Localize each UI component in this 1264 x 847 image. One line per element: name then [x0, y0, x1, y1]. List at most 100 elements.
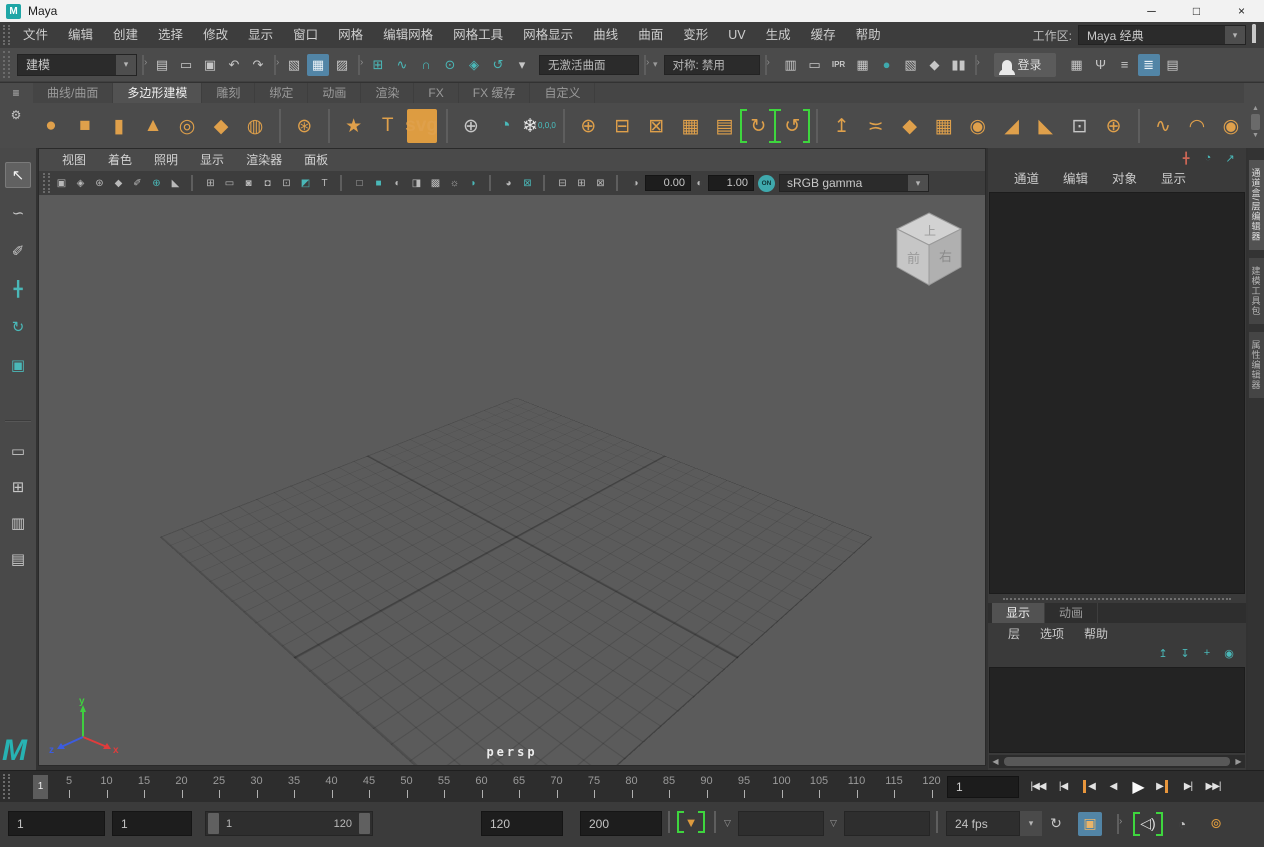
modeling-toolkit-icon[interactable]: ▦: [1066, 54, 1088, 76]
menu-item-8[interactable]: 编辑网格: [373, 22, 443, 48]
add-empty-layer-icon[interactable]: +: [1198, 645, 1216, 661]
safe-title-icon[interactable]: T: [316, 174, 333, 192]
panel-menu-1[interactable]: 着色: [97, 149, 143, 171]
wireframe-on-shaded-icon[interactable]: ◨: [408, 174, 425, 192]
render-settings-icon[interactable]: ▦: [852, 54, 874, 76]
combine-icon[interactable]: ⊕: [573, 109, 603, 143]
extrude-icon[interactable]: ↥: [827, 109, 857, 143]
snap-grid-icon[interactable]: ⊞: [367, 54, 389, 76]
smooth-icon[interactable]: ▦: [929, 109, 959, 143]
group-separator[interactable]: [140, 55, 148, 75]
select-object-icon[interactable]: ▦: [307, 54, 329, 76]
scroll-down-icon[interactable]: ▼: [1252, 132, 1259, 139]
boolean-difference-icon[interactable]: ↻: [743, 109, 773, 143]
display-layers-icon[interactable]: ▤: [1162, 54, 1184, 76]
menu-item-0[interactable]: 文件: [13, 22, 58, 48]
poly-torus-icon[interactable]: ◎: [172, 109, 202, 143]
channel-menu-2[interactable]: 对象: [1100, 166, 1149, 192]
channel-menu-1[interactable]: 编辑: [1051, 166, 1100, 192]
sidebar-tab-0[interactable]: 通道盒/层编辑器: [1249, 160, 1264, 250]
step-back-key-button[interactable]: ◀: [1077, 775, 1099, 799]
character-set-caret-icon[interactable]: ▽: [724, 811, 731, 836]
snap-view-plane-icon[interactable]: ◈: [463, 54, 485, 76]
character-set-field[interactable]: [738, 811, 824, 836]
group-separator[interactable]: [973, 55, 981, 75]
zoom-region-icon[interactable]: ⊕: [148, 174, 165, 192]
menu-item-10[interactable]: 网格显示: [513, 22, 583, 48]
move-layer-up-icon[interactable]: ↥: [1154, 645, 1172, 661]
layer-list[interactable]: [989, 667, 1245, 753]
open-scene-icon[interactable]: ▭: [175, 54, 197, 76]
sidebar-tab-1[interactable]: 建模工具包: [1249, 258, 1264, 324]
smooth-shade-icon[interactable]: ■: [370, 174, 387, 192]
channel-menu-0[interactable]: 通道: [1002, 166, 1051, 192]
field-chart-icon[interactable]: ⊡: [278, 174, 295, 192]
select-hierarchy-icon[interactable]: ▧: [283, 54, 305, 76]
animation-end-field[interactable]: 200: [580, 811, 662, 836]
channel-menu-3[interactable]: 显示: [1149, 166, 1198, 192]
group-separator[interactable]: [642, 55, 650, 75]
playblast-icon[interactable]: ▣: [1078, 812, 1102, 836]
create-curve-icon[interactable]: ∿: [1148, 109, 1178, 143]
wireframe-icon[interactable]: □: [351, 174, 368, 192]
step-forward-key-button[interactable]: ▶: [1152, 775, 1174, 799]
scroll-thumb[interactable]: [1251, 114, 1260, 130]
platonic-solid-icon[interactable]: ⊛: [289, 109, 319, 143]
menu-item-7[interactable]: 网格: [328, 22, 373, 48]
move-layer-down-icon[interactable]: ↧: [1176, 645, 1194, 661]
animation-preferences-icon[interactable]: ⊚: [1204, 812, 1228, 836]
menu-item-17[interactable]: 帮助: [846, 22, 891, 48]
undo-icon[interactable]: ↶: [223, 54, 245, 76]
menu-item-9[interactable]: 网格工具: [443, 22, 513, 48]
freeze-transform-icon[interactable]: ❄0,0,0: [524, 109, 554, 143]
menu-item-15[interactable]: 生成: [756, 22, 801, 48]
ground-grid[interactable]: [160, 398, 873, 766]
bookmark-icon[interactable]: ◆: [110, 174, 127, 192]
scroll-thumb[interactable]: [1004, 757, 1230, 766]
new-scene-icon[interactable]: ▤: [151, 54, 173, 76]
draw-overlay-icon[interactable]: ✐: [129, 174, 146, 192]
reduce-icon[interactable]: ▤: [709, 109, 739, 143]
boolean-union-icon[interactable]: ↺: [777, 109, 807, 143]
panel-menu-5[interactable]: 面板: [293, 149, 339, 171]
hypershade-icon[interactable]: ●: [876, 54, 898, 76]
login-button[interactable]: 登录: [994, 53, 1056, 77]
active-surface-field[interactable]: 无激活曲面: [539, 55, 639, 75]
shelf-tab-1[interactable]: 多边形建模: [113, 83, 202, 103]
anim-layer-caret-icon[interactable]: ▽: [830, 811, 837, 836]
layout-single-pane-button[interactable]: ▭: [5, 438, 31, 464]
current-time-marker[interactable]: 1: [33, 775, 48, 799]
group-separator[interactable]: [272, 55, 280, 75]
save-scene-icon[interactable]: ▣: [199, 54, 221, 76]
delete-history-icon[interactable]: ◔: [490, 109, 520, 143]
grid-toggle-icon[interactable]: ⊞: [202, 174, 219, 192]
layout-four-pane-button[interactable]: ⊞: [5, 474, 31, 500]
drag-grip[interactable]: [3, 51, 10, 78]
ipr-render-icon[interactable]: IPR: [828, 54, 850, 76]
grease-pencil-icon[interactable]: ◣: [167, 174, 184, 192]
center-pivot-icon[interactable]: ⊕: [456, 109, 486, 143]
poly-sphere-icon[interactable]: ●: [36, 109, 66, 143]
viewcube-right-label[interactable]: 右: [939, 249, 952, 264]
lock-camera-icon[interactable]: ◈: [72, 174, 89, 192]
fill-hole-icon[interactable]: ▦: [675, 109, 705, 143]
play-backwards-button[interactable]: ◀: [1102, 775, 1124, 799]
step-back-frame-button[interactable]: |◀: [1052, 775, 1074, 799]
move-tool[interactable]: ╋: [5, 276, 31, 302]
select-component-icon[interactable]: ▨: [331, 54, 353, 76]
snap-point-icon[interactable]: ∩: [415, 54, 437, 76]
play-forward-button[interactable]: ▶: [1127, 775, 1149, 799]
textured-icon[interactable]: ◐: [389, 174, 406, 192]
render-view-icon[interactable]: ▥: [780, 54, 802, 76]
rotate-tool[interactable]: ↻: [5, 314, 31, 340]
poly-cube-icon[interactable]: ■: [70, 109, 100, 143]
fps-selector[interactable]: 24 fps ▾: [946, 811, 1042, 836]
layer-menu-1[interactable]: 选项: [1030, 621, 1074, 647]
snap-projected-center-icon[interactable]: ⊙: [439, 54, 461, 76]
add-bookmark-button[interactable]: ▼: [680, 811, 702, 833]
shelf-scrollbar[interactable]: ▲ ▼: [1249, 105, 1262, 147]
image-plane-icon[interactable]: ◩: [297, 174, 314, 192]
range-start-handle[interactable]: [208, 813, 219, 834]
menu-item-4[interactable]: 修改: [193, 22, 238, 48]
menu-item-14[interactable]: UV: [718, 22, 755, 48]
